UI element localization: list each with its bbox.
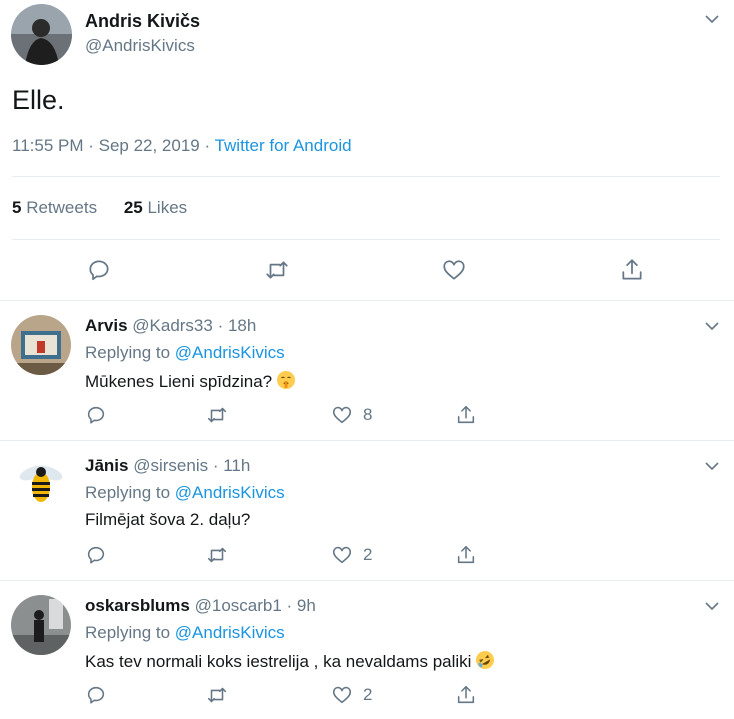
reply-icon[interactable] <box>85 404 107 426</box>
retweet-icon[interactable] <box>206 544 228 566</box>
chevron-down-icon[interactable] <box>705 12 719 26</box>
share-icon[interactable] <box>619 257 645 283</box>
like-icon[interactable] <box>441 257 467 283</box>
tweet-text: Elle. <box>12 85 65 115</box>
reply-text: Filmējat šova 2. daļu? <box>85 510 251 529</box>
replying-to: Replying to @AndrisKivics <box>85 623 285 642</box>
tweet-source-link[interactable]: Twitter for Android <box>215 136 352 155</box>
shushing-face-emoji <box>276 370 296 395</box>
reply-header: Jānis @sirsenis · 11h <box>85 456 250 476</box>
reply-author-name[interactable]: Arvis <box>85 316 128 335</box>
reply-author-meta[interactable]: @1oscarb1 · 9h <box>195 596 316 615</box>
divider <box>12 239 720 240</box>
share-icon[interactable] <box>455 544 477 566</box>
replying-to: Replying to @AndrisKivics <box>85 483 285 502</box>
reply-tweet[interactable]: Arvis @Kadrs33 · 18h Replying to @Andris… <box>0 300 734 440</box>
like-count: 2 <box>363 685 373 704</box>
reply-author-name[interactable]: oskarsblums <box>85 596 190 615</box>
reply-tweet[interactable]: oskarsblums @1oscarb1 · 9h Replying to @… <box>0 580 734 719</box>
divider <box>12 176 720 177</box>
reply-text: Kas tev normali koks iestrelija , ka nev… <box>85 650 495 675</box>
heart-icon <box>332 406 352 424</box>
share-icon[interactable] <box>455 404 477 426</box>
mention-link[interactable]: @AndrisKivics <box>175 483 285 502</box>
mention-link[interactable]: @AndrisKivics <box>175 343 285 362</box>
heart-icon <box>332 546 352 564</box>
reply-header: Arvis @Kadrs33 · 18h <box>85 316 256 336</box>
like-button[interactable]: 2 <box>331 684 372 706</box>
chevron-down-icon[interactable] <box>705 599 719 613</box>
author-avatar[interactable] <box>11 4 72 65</box>
like-button[interactable]: 2 <box>331 544 372 566</box>
heart-icon <box>332 686 352 704</box>
tweet-timestamp[interactable]: 11:55 PM · Sep 22, 2019 · <box>12 136 215 155</box>
retweets-stat[interactable]: 5 Retweets <box>12 198 97 217</box>
likes-stat[interactable]: 25 Likes <box>124 198 187 217</box>
chevron-down-icon[interactable] <box>705 319 719 333</box>
retweet-icon[interactable] <box>206 684 228 706</box>
retweet-icon[interactable] <box>264 257 290 283</box>
reply-tweet[interactable]: Jānis @sirsenis · 11h Replying to @Andri… <box>0 440 734 580</box>
rolling-laughing-emoji <box>475 650 495 675</box>
retweet-icon[interactable] <box>206 404 228 426</box>
reply-author-name[interactable]: Jānis <box>85 456 128 475</box>
like-count: 8 <box>363 405 373 424</box>
reply-icon[interactable] <box>85 684 107 706</box>
like-button[interactable]: 8 <box>331 404 372 426</box>
reply-header: oskarsblums @1oscarb1 · 9h <box>85 596 316 616</box>
chevron-down-icon[interactable] <box>705 459 719 473</box>
tweet-meta: 11:55 PM · Sep 22, 2019 · Twitter for An… <box>12 136 352 156</box>
reply-author-meta[interactable]: @sirsenis · 11h <box>133 456 250 475</box>
mention-link[interactable]: @AndrisKivics <box>175 623 285 642</box>
replying-to: Replying to @AndrisKivics <box>85 343 285 362</box>
reply-icon[interactable] <box>85 544 107 566</box>
tweet-stats: 5 Retweets 25 Likes <box>12 198 209 218</box>
reply-icon[interactable] <box>86 257 112 283</box>
reply-avatar[interactable] <box>11 455 71 515</box>
reply-avatar[interactable] <box>11 595 71 655</box>
reply-text: Mūkenes Lieni spīdzina? <box>85 370 296 395</box>
main-tweet: Andris Kivičs @AndrisKivics Elle. 11:55 … <box>0 0 734 300</box>
author-handle[interactable]: @AndrisKivics <box>85 36 195 56</box>
like-count: 2 <box>363 545 373 564</box>
share-icon[interactable] <box>455 684 477 706</box>
reply-author-meta[interactable]: @Kadrs33 · 18h <box>132 316 256 335</box>
author-name[interactable]: Andris Kivičs <box>85 11 200 32</box>
reply-avatar[interactable] <box>11 315 71 375</box>
